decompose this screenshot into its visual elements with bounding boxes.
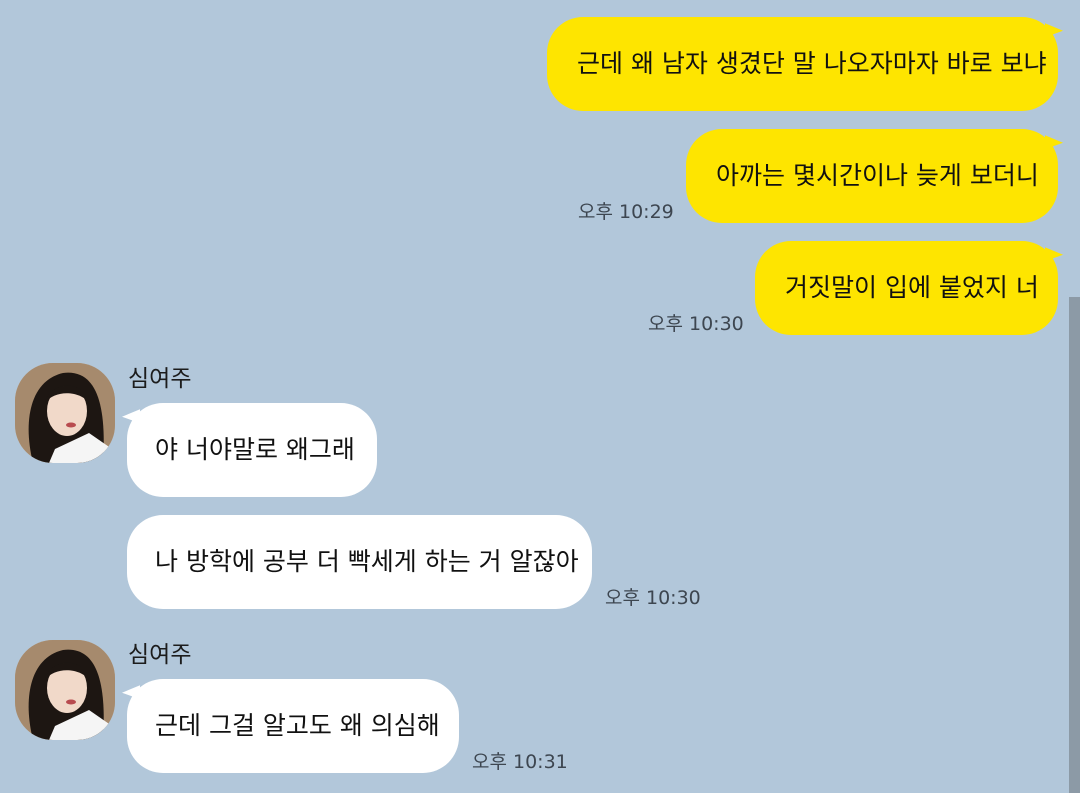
outgoing-message-bubble[interactable]: 근데 왜 남자 생겼단 말 나오자마자 바로 보냐 [547, 17, 1058, 111]
message-text: 거짓말이 입에 붙었지 너 [785, 273, 1039, 302]
profile-photo-icon [15, 363, 115, 463]
bubble-tail [122, 678, 140, 700]
message-text: 근데 그걸 알고도 왜 의심해 [155, 711, 440, 740]
bubble-tail [122, 402, 140, 424]
message-timestamp: 오후 10:31 [472, 751, 568, 773]
message-text: 아까는 몇시간이나 늦게 보더니 [716, 161, 1039, 190]
message-timestamp: 오후 10:30 [605, 587, 701, 609]
sender-name: 심여주 [128, 366, 192, 392]
incoming-message-bubble[interactable]: 근데 그걸 알고도 왜 의심해 [127, 679, 459, 773]
message-text: 야 너야말로 왜그래 [155, 435, 355, 464]
outgoing-message-bubble[interactable]: 아까는 몇시간이나 늦게 보더니 [686, 129, 1058, 223]
bubble-tail [1045, 16, 1063, 38]
avatar[interactable] [15, 640, 115, 740]
message-text: 나 방학에 공부 더 빡세게 하는 거 알잖아 [155, 547, 579, 576]
profile-photo-icon [15, 640, 115, 740]
message-timestamp: 오후 10:29 [578, 201, 674, 223]
incoming-message-bubble[interactable]: 나 방학에 공부 더 빡세게 하는 거 알잖아 [127, 515, 592, 609]
scrollbar[interactable] [1069, 297, 1080, 793]
sender-name: 심여주 [128, 642, 192, 668]
bubble-tail [1045, 128, 1063, 150]
avatar[interactable] [15, 363, 115, 463]
message-text: 근데 왜 남자 생겼단 말 나오자마자 바로 보냐 [577, 49, 1047, 78]
bubble-tail [1045, 240, 1063, 262]
outgoing-message-bubble[interactable]: 거짓말이 입에 붙었지 너 [755, 241, 1058, 335]
message-timestamp: 오후 10:30 [648, 313, 744, 335]
incoming-message-bubble[interactable]: 야 너야말로 왜그래 [127, 403, 377, 497]
